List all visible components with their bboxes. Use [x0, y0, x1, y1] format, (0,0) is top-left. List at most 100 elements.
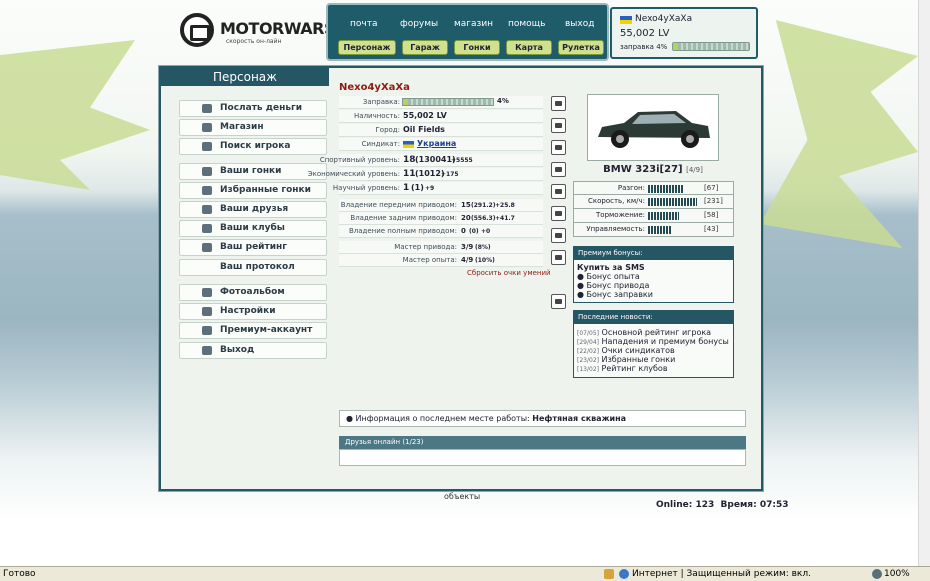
menu-shop[interactable]: Магазин	[179, 119, 327, 136]
site-logo[interactable]: MOTORWARS.RU скорость он-лайн	[180, 13, 365, 49]
brake-icon[interactable]	[551, 184, 566, 199]
transmission-icon[interactable]	[551, 228, 566, 243]
menu-your-races[interactable]: Ваши гонки	[179, 163, 327, 180]
player-name[interactable]: Nexo4yXaXa	[339, 82, 410, 93]
car-stat-handling: Управляемость: [43]	[573, 223, 734, 237]
fuel-fill	[673, 43, 678, 50]
row-syndicate: Синдикат: Украина	[339, 138, 543, 151]
browser-status-bar: Готово Интернет | Защищенный режим: вкл.…	[0, 566, 930, 581]
zoom-icon[interactable]	[872, 569, 882, 579]
last-work-place: Нефтяная скважина	[532, 414, 627, 423]
steering-wheel-icon	[202, 167, 212, 176]
nav-button-roulette[interactable]: Рулетка	[558, 40, 604, 55]
row-econ-level: Экономический уровень: 11 (1012) +175	[308, 168, 543, 181]
menu-settings[interactable]: Настройки	[179, 303, 327, 320]
online-status: Online: 123 Время: 07:53	[656, 500, 789, 510]
news-item[interactable]: [29/04] Нападения и премиум бонусы	[577, 337, 729, 346]
braking-bar	[648, 212, 679, 220]
menu-send-money[interactable]: Послать деньги	[179, 100, 327, 117]
car-picture	[598, 111, 710, 148]
vertical-scrollbar[interactable]	[918, 0, 930, 566]
news-item[interactable]: [13/02] Рейтинг клубов	[577, 364, 668, 373]
menu-photo-album[interactable]: Фотоальбом	[179, 284, 327, 301]
nav-button-character[interactable]: Персонаж	[338, 40, 396, 55]
handling-bar	[648, 226, 671, 234]
row-rwd-skill: Владение задним приводом: 20 (556.3) +41…	[339, 212, 543, 225]
nav-link-mail[interactable]: почта	[350, 19, 377, 29]
menu-your-rating[interactable]: Ваш рейтинг	[179, 239, 327, 256]
nav-link-forums[interactable]: форумы	[400, 19, 438, 29]
acceleration-bar	[648, 185, 684, 193]
engine-icon[interactable]	[551, 118, 566, 133]
row-science-level: Научный уровень: 1 (1) +9	[333, 182, 543, 195]
nav-button-races[interactable]: Гонки	[454, 40, 500, 55]
menu-your-friends[interactable]: Ваши друзья	[179, 201, 327, 218]
zone-text: Интернет | Защищенный режим: вкл.	[632, 569, 811, 579]
logo-subtitle: скорость он-лайн	[226, 38, 282, 45]
car-image[interactable]	[587, 94, 719, 161]
menu-premium-account[interactable]: Премиум-аккаунт	[179, 322, 327, 339]
row-sport-level: Спортивный уровень: 18 (130041) +5555	[320, 154, 543, 167]
ukraine-flag-icon	[620, 16, 632, 24]
premium-bonuses-panel: Премиум бонусы: Купить за SMS ● Бонус оп…	[573, 246, 734, 303]
row-awd-skill: Владение полным приводом: 0 (0) +0	[339, 225, 543, 238]
speed-bar	[648, 198, 697, 206]
premium-header: Премиум бонусы:	[574, 247, 733, 260]
ukraine-flag-icon	[403, 141, 414, 148]
exhaust-icon[interactable]	[551, 140, 566, 155]
menu-your-clubs[interactable]: Ваши клубы	[179, 220, 327, 237]
premium-item[interactable]: ● Бонус привода	[577, 281, 649, 290]
buy-sms-link[interactable]: Купить за SMS	[577, 263, 645, 272]
rating-icon	[202, 243, 212, 252]
friends-online-list	[339, 449, 746, 466]
nav-link-help[interactable]: помощь	[508, 19, 545, 29]
news-item[interactable]: [23/02] Избранные гонки	[577, 355, 675, 364]
row-fuel: Заправка: 4%	[339, 96, 543, 109]
nav-button-map[interactable]: Карта	[506, 40, 552, 55]
user-summary: Nexo4yXaXa 55,002 LV заправка 4%	[610, 7, 758, 59]
user-fuel-label: заправка 4%	[620, 43, 668, 51]
menu-favorite-races[interactable]: Избранные гонки	[179, 182, 327, 199]
wheel-icon[interactable]	[551, 206, 566, 221]
nav-button-garage[interactable]: Гараж	[402, 40, 448, 55]
fuel-progress-bar	[402, 98, 494, 106]
reset-skills-link[interactable]: Сбросить очки умений	[467, 269, 551, 277]
menu-exit[interactable]: Выход	[179, 342, 327, 359]
premium-item[interactable]: ● Бонус заправки	[577, 290, 653, 299]
friends-icon	[202, 205, 212, 214]
nav-link-logout[interactable]: выход	[565, 19, 594, 29]
body-icon[interactable]	[551, 294, 566, 309]
car-stat-speed: Скорость, км/ч: [231]	[573, 195, 734, 209]
premium-item[interactable]: ● Бонус опыта	[577, 272, 640, 281]
latest-news-panel: Последние новости: [07/05] Основной рейт…	[573, 310, 734, 378]
search-icon	[202, 142, 212, 151]
premium-icon	[202, 326, 212, 335]
nav-link-shop[interactable]: магазин	[454, 19, 493, 29]
shop-icon	[202, 123, 212, 132]
nitro-icon[interactable]	[551, 250, 566, 265]
objects-text: объекты	[444, 492, 481, 501]
clubs-icon	[202, 224, 212, 233]
user-name[interactable]: Nexo4yXaXa	[635, 14, 692, 24]
send-money-icon	[202, 104, 212, 113]
news-item[interactable]: [22/02] Очки синдикатов	[577, 346, 675, 355]
last-work-info: ● Информация о последнем месте работы: Н…	[339, 410, 746, 427]
status-text: Готово	[3, 569, 36, 579]
car-stat-braking: Торможение: [58]	[573, 209, 734, 223]
menu-your-protocol[interactable]: Ваш протокол	[179, 259, 327, 276]
user-money: 55,002 LV	[620, 28, 670, 39]
logo-emblem-icon	[180, 13, 214, 47]
camera-icon	[202, 288, 212, 297]
friends-online-header[interactable]: Друзья онлайн (1/23)	[339, 436, 746, 449]
menu-find-player[interactable]: Поиск игрока	[179, 138, 327, 155]
row-drive-master: Мастер привода: 3/9 (8%)	[339, 241, 543, 254]
suspension-icon[interactable]	[551, 96, 566, 111]
zoom-level[interactable]: 100%	[884, 569, 910, 579]
turbo-icon[interactable]	[551, 162, 566, 177]
car-name[interactable]: BMW 323i[27] [4/9]	[573, 164, 733, 175]
row-exp-master: Мастер опыта: 4/9 (10%)	[339, 254, 543, 267]
news-item[interactable]: [07/05] Основной рейтинг игрока	[577, 328, 711, 337]
car-stat-acceleration: Разгон: [67]	[573, 181, 734, 195]
settings-icon	[202, 307, 212, 316]
syndicate-link[interactable]: Украина	[417, 139, 456, 148]
